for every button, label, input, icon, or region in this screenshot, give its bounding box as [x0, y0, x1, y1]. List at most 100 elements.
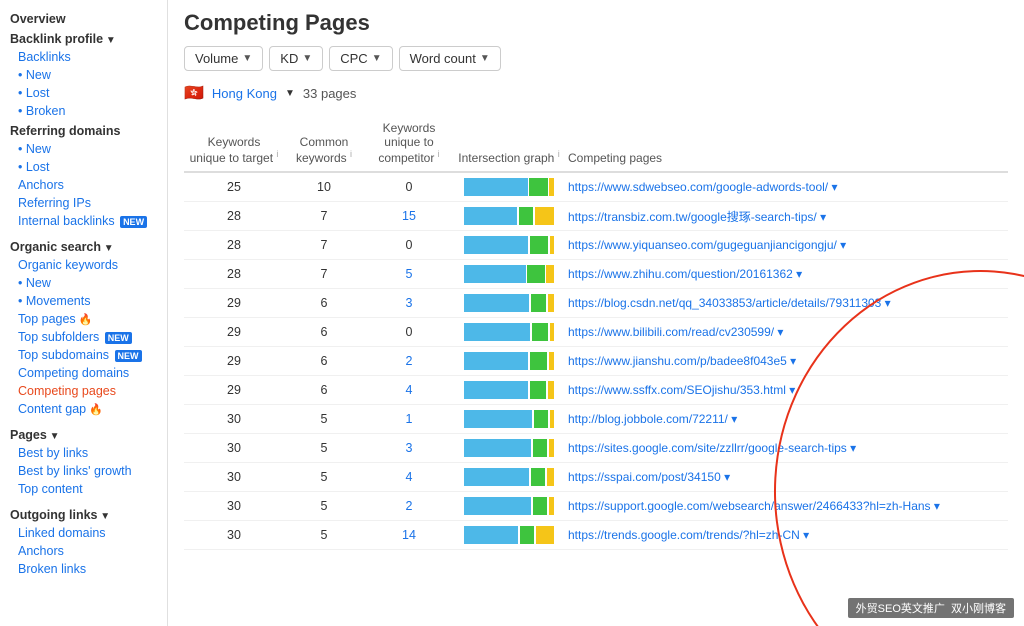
table-row: 30514https://trends.google.com/trends/?h…	[184, 521, 1008, 550]
intersection-graph-cell	[454, 434, 564, 463]
intersection-graph-cell	[454, 289, 564, 318]
sidebar-item-backlinks-broken[interactable]: Broken	[0, 102, 167, 120]
kw-unique-target-cell: 29	[184, 289, 284, 318]
location-flag: 🇭🇰	[184, 83, 204, 103]
sidebar-item-anchors2[interactable]: Anchors	[0, 542, 167, 560]
volume-filter[interactable]: Volume ▼	[184, 46, 263, 71]
kw-unique-competitor-cell: 0	[364, 172, 454, 202]
kw-unique-target-cell: 30	[184, 521, 284, 550]
common-keywords-cell: 5	[284, 434, 364, 463]
common-keywords-cell: 6	[284, 289, 364, 318]
sidebar-item-internal-backlinks[interactable]: Internal backlinks NEW	[0, 212, 167, 230]
kw-unique-target-cell: 29	[184, 318, 284, 347]
competing-page-url[interactable]: https://sspai.com/post/34150 ▾	[564, 463, 1008, 492]
sidebar-item-best-by-links-growth[interactable]: Best by links' growth	[0, 462, 167, 480]
competing-page-url[interactable]: https://www.jianshu.com/p/badee8f043e5 ▾	[564, 347, 1008, 376]
table-row: 3051http://blog.jobbole.com/72211/ ▾	[184, 405, 1008, 434]
intersection-graph-cell	[454, 347, 564, 376]
kw-unique-competitor-cell: 3	[364, 434, 454, 463]
table-row: 28715https://transbiz.com.tw/google搜琢-se…	[184, 202, 1008, 231]
table-row: 2963https://blog.csdn.net/qq_34033853/ar…	[184, 289, 1008, 318]
table-row: 2964 https://www.ssffx.com/SEOjishu/353.h…	[184, 376, 1008, 405]
table-row: 2875https://www.zhihu.com/question/20161…	[184, 260, 1008, 289]
location-name[interactable]: Hong Kong	[212, 86, 277, 101]
common-keywords-cell: 7	[284, 202, 364, 231]
word-count-filter[interactable]: Word count ▼	[399, 46, 501, 71]
sidebar-outgoing-links[interactable]: Outgoing links	[0, 504, 167, 524]
table-row: 2962 https://www.jianshu.com/p/badee8f043…	[184, 347, 1008, 376]
kw-unique-target-cell: 25	[184, 172, 284, 202]
sidebar-item-anchors1[interactable]: Anchors	[0, 176, 167, 194]
sidebar-item-ref-new[interactable]: New	[0, 140, 167, 158]
col-intersection-graph: Intersection graph i	[454, 115, 564, 172]
sidebar-item-content-gap[interactable]: Content gap	[0, 400, 167, 418]
kw-unique-competitor-cell: 2	[364, 347, 454, 376]
kw-unique-target-cell: 29	[184, 376, 284, 405]
col-kw-unique-target: Keywords unique to target i	[184, 115, 284, 172]
competing-page-url[interactable]: https://support.google.com/websearch/ans…	[564, 492, 1008, 521]
sidebar-item-backlinks-lost[interactable]: Lost	[0, 84, 167, 102]
kw-unique-competitor-cell: 0	[364, 318, 454, 347]
pages-count: 33 pages	[303, 86, 357, 101]
cpc-filter[interactable]: CPC ▼	[329, 46, 392, 71]
competing-page-url[interactable]: https://www.ssffx.com/SEOjishu/353.html …	[564, 376, 1008, 405]
competing-page-url[interactable]: https://blog.csdn.net/qq_34033853/articl…	[564, 289, 1008, 318]
sidebar-item-top-pages[interactable]: Top pages	[0, 310, 167, 328]
table-row: 3053 https://sites.google.com/site/zzllrr…	[184, 434, 1008, 463]
intersection-graph-cell	[454, 318, 564, 347]
sidebar-item-backlinks[interactable]: Backlinks	[0, 48, 167, 66]
sidebar-item-ref-lost[interactable]: Lost	[0, 158, 167, 176]
kd-filter[interactable]: KD ▼	[269, 46, 323, 71]
intersection-graph-cell	[454, 260, 564, 289]
sidebar-pages-section[interactable]: Pages	[0, 424, 167, 444]
sidebar-item-movements[interactable]: Movements	[0, 292, 167, 310]
competing-page-url[interactable]: https://www.bilibili.com/read/cv230599/ …	[564, 318, 1008, 347]
sidebar-item-top-subfolders[interactable]: Top subfolders NEW	[0, 328, 167, 346]
sidebar-item-top-subdomains[interactable]: Top subdomains NEW	[0, 346, 167, 364]
common-keywords-cell: 7	[284, 231, 364, 260]
kw-unique-target-cell: 30	[184, 434, 284, 463]
sidebar-item-competing-pages[interactable]: Competing pages	[0, 382, 167, 400]
competing-page-url[interactable]: https://trends.google.com/trends/?hl=zh-…	[564, 521, 1008, 550]
kw-unique-target-cell: 29	[184, 347, 284, 376]
col-common-keywords: Common keywords i	[284, 115, 364, 172]
sidebar-item-broken-links[interactable]: Broken links	[0, 560, 167, 578]
sidebar-item-organic-keywords[interactable]: Organic keywords	[0, 256, 167, 274]
competing-page-url[interactable]: https://www.sdwebseo.com/google-adwords-…	[564, 172, 1008, 202]
table-row: 2870https://www.yiquanseo.com/gugeguanji…	[184, 231, 1008, 260]
sidebar-overview[interactable]: Overview	[0, 8, 167, 28]
sidebar-item-backlinks-new[interactable]: New	[0, 66, 167, 84]
common-keywords-cell: 6	[284, 318, 364, 347]
sidebar-item-best-by-links[interactable]: Best by links	[0, 444, 167, 462]
competing-page-url[interactable]: http://blog.jobbole.com/72211/ ▾	[564, 405, 1008, 434]
competing-page-url[interactable]: https://www.zhihu.com/question/20161362 …	[564, 260, 1008, 289]
sidebar-referring-domains-section: Referring domains	[0, 120, 167, 140]
sidebar-item-linked-domains[interactable]: Linked domains	[0, 524, 167, 542]
kw-unique-target-cell: 28	[184, 260, 284, 289]
intersection-graph-cell	[454, 231, 564, 260]
top-subfolders-badge: NEW	[105, 332, 132, 344]
table-row: 3052https://support.google.com/websearch…	[184, 492, 1008, 521]
intersection-graph-cell	[454, 202, 564, 231]
sidebar-item-top-content[interactable]: Top content	[0, 480, 167, 498]
sidebar-item-org-new[interactable]: New	[0, 274, 167, 292]
sidebar: Overview Backlink profile Backlinks New …	[0, 0, 168, 626]
common-keywords-cell: 5	[284, 492, 364, 521]
intersection-graph-cell	[454, 376, 564, 405]
competing-page-url[interactable]: https://www.yiquanseo.com/gugeguanjianci…	[564, 231, 1008, 260]
intersection-graph-cell	[454, 463, 564, 492]
common-keywords-cell: 6	[284, 376, 364, 405]
sidebar-item-referring-ips[interactable]: Referring IPs	[0, 194, 167, 212]
competing-page-url[interactable]: https://transbiz.com.tw/google搜琢-search-…	[564, 202, 1008, 231]
page-title: Competing Pages	[184, 10, 1008, 36]
table-row: 3054https://sspai.com/post/34150 ▾	[184, 463, 1008, 492]
sidebar-item-competing-domains[interactable]: Competing domains	[0, 364, 167, 382]
sidebar-backlink-profile[interactable]: Backlink profile	[0, 28, 167, 48]
competing-page-url[interactable]: https://sites.google.com/site/zzllrr/goo…	[564, 434, 1008, 463]
common-keywords-cell: 5	[284, 463, 364, 492]
common-keywords-cell: 6	[284, 347, 364, 376]
sidebar-organic-search[interactable]: Organic search	[0, 236, 167, 256]
kw-unique-competitor-cell: 1	[364, 405, 454, 434]
common-keywords-cell: 5	[284, 521, 364, 550]
kw-unique-competitor-cell: 4	[364, 376, 454, 405]
